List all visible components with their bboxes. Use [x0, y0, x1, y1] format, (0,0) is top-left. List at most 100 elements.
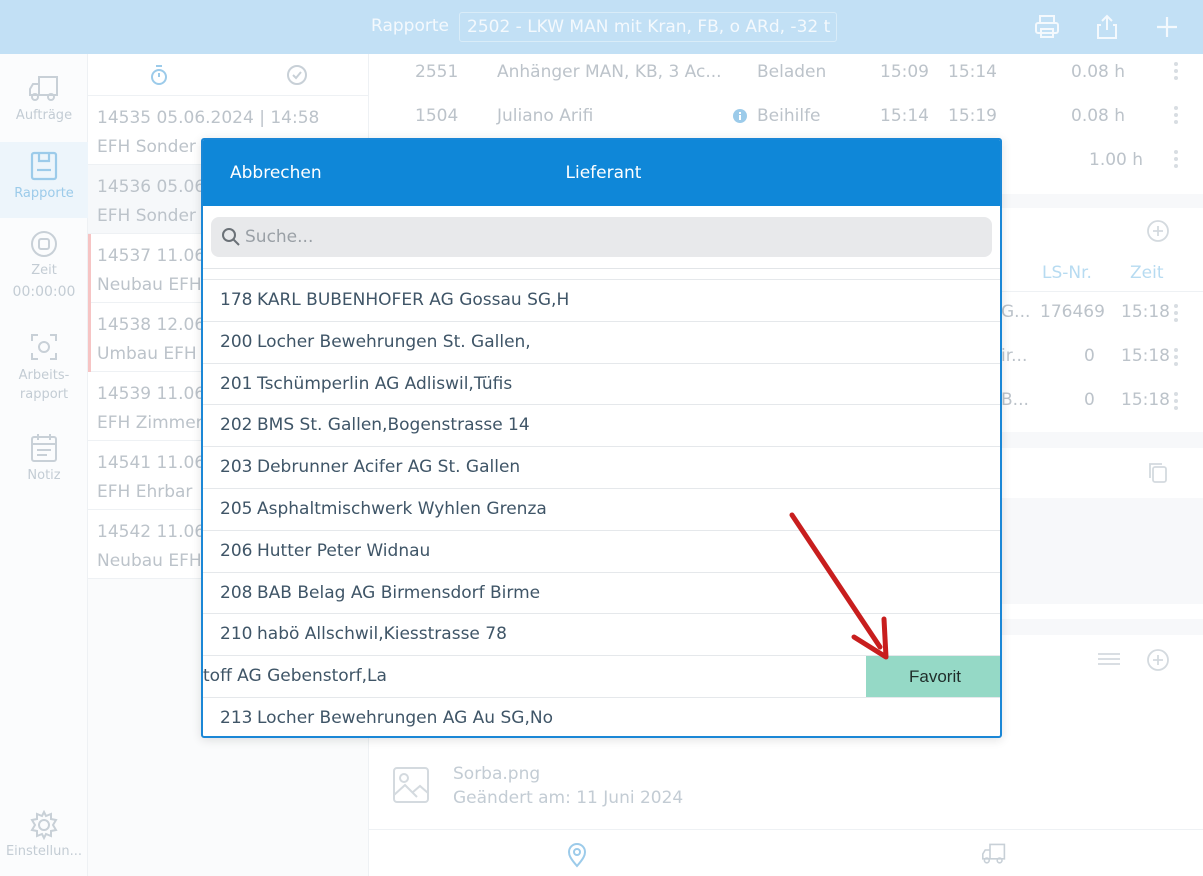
- more-icon[interactable]: [1174, 304, 1178, 325]
- resource-to: 15:14: [948, 62, 997, 82]
- rail-item-notiz[interactable]: Notiz: [0, 432, 88, 483]
- copy-icon[interactable]: [1147, 461, 1169, 485]
- supplier-item[interactable]: 205 Asphaltmischwerk Wyhlen Grenza: [203, 487, 1000, 530]
- supplier-code: 213: [220, 707, 253, 728]
- more-icon[interactable]: [1174, 150, 1178, 171]
- resource-from: 15:09: [880, 62, 929, 82]
- rail-label: Aufträge: [15, 108, 73, 123]
- rail-item-arbeitsrapport[interactable]: Arbeits- rapport: [0, 332, 88, 404]
- report-list-header: [88, 54, 369, 96]
- timer-value: 00:00:00: [12, 284, 76, 300]
- truck-icon[interactable]: [980, 842, 1008, 866]
- plus-icon[interactable]: [1153, 13, 1181, 41]
- supplier-item[interactable]: 213 Locher Bewehrungen AG Au SG,No: [203, 696, 1000, 736]
- note-field[interactable]: [999, 498, 1203, 604]
- rail-item-einstellungen[interactable]: Einstellun...: [0, 810, 88, 859]
- favorite-button[interactable]: Favorit: [866, 656, 1000, 697]
- search-input[interactable]: [245, 223, 975, 251]
- delivery-text: B...: [1001, 390, 1029, 410]
- supplier-name: Locher Bewehrungen AG Au SG,No: [257, 707, 553, 728]
- supplier-item[interactable]: 201 Tschümperlin AG Adliswil,Tüfis: [203, 362, 1000, 405]
- more-icon[interactable]: [1174, 62, 1178, 83]
- add-delivery-icon[interactable]: [1146, 219, 1170, 243]
- search-icon: [222, 228, 240, 246]
- rail-item-auftraege[interactable]: Aufträge: [0, 74, 88, 123]
- delivery-text: ir...: [1001, 346, 1028, 366]
- top-bar: Rapporte 2502 - LKW MAN mit Kran, FB, o …: [0, 0, 1203, 54]
- supplier-code: 205: [220, 498, 253, 519]
- add-attachment-icon[interactable]: [1146, 648, 1170, 672]
- more-icon[interactable]: [1174, 348, 1178, 369]
- supplier-code: 178: [220, 290, 253, 310]
- share-icon[interactable]: [1093, 13, 1121, 41]
- attachment-name[interactable]: Sorba.png: [453, 764, 540, 784]
- stop-circle-icon: [31, 231, 57, 257]
- supplier-code: 203: [220, 457, 253, 478]
- supplier-code: 206: [220, 540, 253, 561]
- resource-to: 15:19: [948, 106, 997, 126]
- col-ls-nr: LS-Nr.: [1042, 263, 1092, 283]
- overdue-marker: [88, 234, 91, 372]
- calendar-note-icon: [31, 434, 57, 462]
- supplier-item[interactable]: 206 Hutter Peter Widnau: [203, 529, 1000, 572]
- printer-icon[interactable]: [1033, 13, 1061, 41]
- cancel-button[interactable]: Abbrechen: [230, 163, 322, 183]
- resource-name: Juliano Arifi: [497, 106, 594, 126]
- resource-row[interactable]: 2551 Anhänger MAN, KB, 3 Ac... Beladen 1…: [369, 54, 1203, 98]
- supplier-picker-modal: Lieferant Abbrechen 178 KARL BUBENHOFER …: [201, 138, 1002, 738]
- supplier-code: 202: [220, 415, 253, 436]
- delivery-ls: 0: [1084, 346, 1095, 366]
- modal-header: Lieferant Abbrechen: [203, 140, 1000, 206]
- resource-from: 15:14: [880, 106, 929, 126]
- attachment-date: Geändert am: 11 Juni 2024: [453, 788, 684, 808]
- supplier-item[interactable]: 178 KARL BUBENHOFER AG Gossau SG,H: [203, 279, 1000, 321]
- report-row-title: 14535 05.06.2024 | 14:58: [97, 108, 320, 128]
- more-icon[interactable]: [1174, 106, 1178, 127]
- delivery-time: 15:18: [1121, 302, 1170, 322]
- resource-row[interactable]: 1504 Juliano Arifi Beihilfe 15:14 15:19 …: [369, 98, 1203, 142]
- vehicle-selector[interactable]: 2502 - LKW MAN mit Kran, FB, o ARd, -32 …: [459, 12, 837, 42]
- resource-hours: 0.08 h: [1071, 106, 1126, 126]
- divider: [203, 268, 1000, 269]
- resource-type: Beladen: [757, 62, 827, 82]
- check-circle-icon[interactable]: [286, 64, 308, 86]
- supplier-name: Hutter Peter Widnau: [257, 540, 431, 561]
- supplier-name: Debrunner Acifer AG St. Gallen: [257, 457, 521, 478]
- resource-id: 2551: [415, 62, 459, 82]
- gear-icon: [30, 810, 58, 840]
- supplier-list: 178 KARL BUBENHOFER AG Gossau SG,H 200 L…: [203, 279, 1000, 736]
- page-title: Rapporte: [371, 16, 449, 36]
- supplier-item[interactable]: 208 BAB Belag AG Birmensdorf Birme: [203, 571, 1000, 614]
- delivery-time: 15:18: [1121, 346, 1170, 366]
- delivery-ls: 0: [1084, 390, 1095, 410]
- rail-label: Einstellun...: [5, 844, 83, 859]
- supplier-item[interactable]: 210 habö Allschwil,Kiesstrasse 78: [203, 613, 1000, 655]
- stopwatch-icon[interactable]: [148, 64, 170, 86]
- location-pin-icon[interactable]: [566, 842, 588, 868]
- supplier-name: Locher Bewehrungen St. Gallen,: [257, 331, 531, 352]
- supplier-item[interactable]: 202 BMS St. Gallen,Bogenstrasse 14: [203, 404, 1000, 446]
- supplier-item-swiped[interactable]: toff AG Gebenstorf,La Favorit: [203, 655, 1000, 697]
- resource-type: Beihilfe: [757, 106, 821, 126]
- rail-label: Notiz: [27, 468, 61, 483]
- supplier-name: BAB Belag AG Birmensdorf Birme: [257, 582, 541, 603]
- bottom-bar: [369, 829, 1203, 876]
- more-icon[interactable]: [1174, 392, 1178, 413]
- supplier-name: Asphaltmischwerk Wyhlen Grenza: [257, 498, 547, 519]
- supplier-name: KARL BUBENHOFER AG Gossau SG,H: [257, 290, 570, 310]
- supplier-name: Tschümperlin AG Adliswil,Tüfis: [257, 373, 513, 394]
- reorder-icon[interactable]: [1096, 651, 1122, 667]
- supplier-code: 210: [220, 624, 253, 645]
- supplier-item[interactable]: 200 Locher Bewehrungen St. Gallen,: [203, 320, 1000, 363]
- resource-hours: 0.08 h: [1071, 62, 1126, 82]
- resource-name: Anhänger MAN, KB, 3 Ac...: [497, 62, 722, 82]
- rail-label: Rapporte: [14, 186, 74, 201]
- resource-id: 1504: [415, 106, 459, 126]
- rail-item-rapporte[interactable]: Rapporte: [0, 142, 88, 218]
- supplier-item[interactable]: 203 Debrunner Acifer AG St. Gallen: [203, 446, 1000, 488]
- search-bar[interactable]: [211, 217, 992, 257]
- delivery-time: 15:18: [1121, 390, 1170, 410]
- info-icon[interactable]: [732, 108, 748, 124]
- rail-item-zeit[interactable]: Zeit 00:00:00: [0, 229, 88, 300]
- col-time: Zeit: [1130, 263, 1164, 283]
